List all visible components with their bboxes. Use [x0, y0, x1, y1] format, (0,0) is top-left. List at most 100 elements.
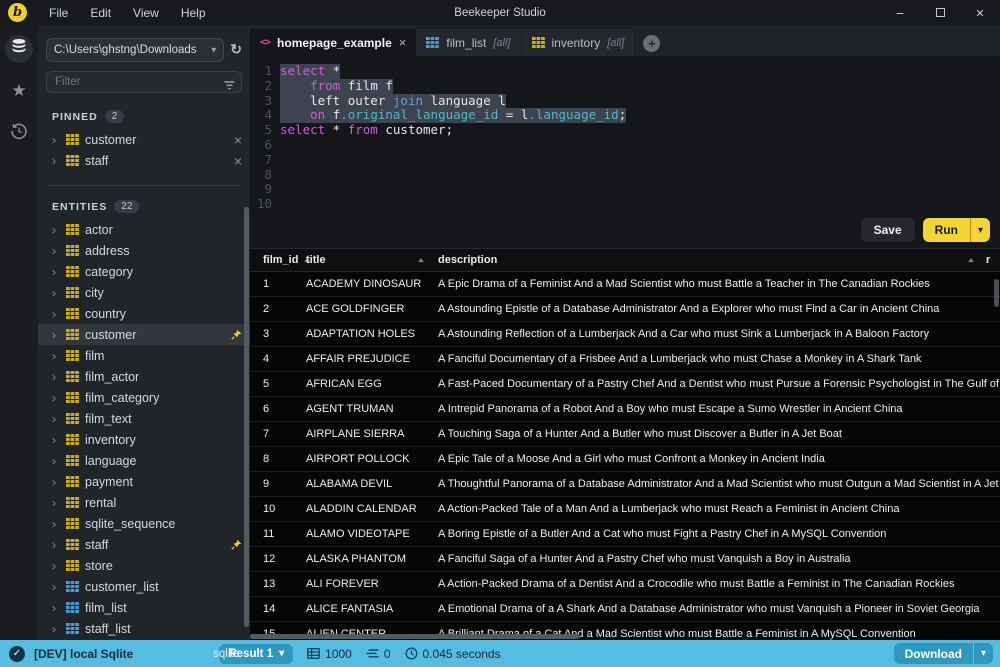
entity-item-country[interactable]: country — [38, 303, 250, 324]
download-options-caret-icon[interactable] — [973, 643, 993, 664]
table-row[interactable]: 13 ALI FOREVER A Action-Packed Drama of … — [250, 572, 1000, 597]
table-row[interactable]: 9 ALABAMA DEVIL A Thoughtful Panorama of… — [250, 472, 1000, 497]
cell-description[interactable]: A Astounding Epistle of a Database Admin… — [438, 303, 1000, 315]
sidebar-scrollbar[interactable] — [244, 207, 249, 627]
filter-input[interactable] — [46, 71, 242, 93]
chevron-right-icon[interactable] — [52, 433, 60, 447]
cell-description[interactable]: A Emotional Drama of a A Shark And a Dat… — [438, 603, 1000, 615]
cell-description[interactable]: A Intrepid Panorama of a Robot And a Boy… — [438, 403, 1000, 415]
chevron-right-icon[interactable] — [52, 244, 60, 258]
cell-description[interactable]: A Action-Packed Drama of a Dentist And a… — [438, 578, 1000, 590]
download-button[interactable]: Download — [894, 643, 993, 664]
chevron-right-icon[interactable] — [52, 133, 60, 147]
history-panel-button[interactable] — [5, 119, 33, 147]
table-row[interactable]: 3 ADAPTATION HOLES A Astounding Reflecti… — [250, 322, 1000, 347]
pinned-item-customer[interactable]: customer — [38, 129, 250, 150]
chevron-right-icon[interactable] — [52, 349, 60, 363]
cell-title[interactable]: ACADEMY DINOSAUR — [306, 278, 438, 290]
cell-description[interactable]: A Fast-Paced Documentary of a Pastry Che… — [438, 378, 1000, 390]
entity-item-language[interactable]: language — [38, 450, 250, 471]
entity-item-staff[interactable]: staff — [38, 534, 250, 555]
chevron-right-icon[interactable] — [52, 601, 60, 615]
menu-edit[interactable]: Edit — [79, 2, 122, 24]
chevron-right-icon[interactable] — [52, 391, 60, 405]
pin-icon[interactable] — [231, 329, 242, 340]
cell-description[interactable]: A Fanciful Documentary of a Frisbee And … — [438, 353, 1000, 365]
cell-film-id[interactable]: 2 — [250, 303, 306, 315]
cell-title[interactable]: ALAMO VIDEOTAPE — [306, 528, 438, 540]
chevron-right-icon[interactable] — [52, 307, 60, 321]
chevron-right-icon[interactable] — [52, 370, 60, 384]
column-header-title[interactable]: title — [306, 254, 438, 266]
table-row[interactable]: 2 ACE GOLDFINGER A Astounding Epistle of… — [250, 297, 1000, 322]
cell-description[interactable]: A Touching Saga of a Hunter And a Butler… — [438, 428, 1000, 440]
cell-film-id[interactable]: 3 — [250, 328, 306, 340]
entity-item-category[interactable]: category — [38, 261, 250, 282]
chevron-right-icon[interactable] — [52, 223, 60, 237]
chevron-right-icon[interactable] — [52, 559, 60, 573]
cell-description[interactable]: A Boring Epistle of a Butler And a Cat w… — [438, 528, 1000, 540]
cell-film-id[interactable]: 10 — [250, 503, 306, 515]
run-button[interactable]: Run — [923, 218, 990, 242]
unpin-close-icon[interactable] — [234, 132, 242, 148]
entity-item-city[interactable]: city — [38, 282, 250, 303]
cell-title[interactable]: ALADDIN CALENDAR — [306, 503, 438, 515]
run-options-caret-icon[interactable] — [970, 218, 990, 242]
table-row[interactable]: 12 ALASKA PHANTOM A Fanciful Saga of a H… — [250, 547, 1000, 572]
entity-item-payment[interactable]: payment — [38, 471, 250, 492]
entity-item-sqlite_sequence[interactable]: sqlite_sequence — [38, 513, 250, 534]
cell-film-id[interactable]: 4 — [250, 353, 306, 365]
favorites-panel-button[interactable] — [5, 77, 33, 105]
chevron-right-icon[interactable] — [52, 454, 60, 468]
pinned-item-staff[interactable]: staff — [38, 150, 250, 171]
unpin-close-icon[interactable] — [234, 153, 242, 169]
entity-item-staff_list[interactable]: staff_list — [38, 618, 250, 639]
chevron-right-icon[interactable] — [52, 517, 60, 531]
entity-item-film_list[interactable]: film_list — [38, 597, 250, 618]
menu-help[interactable]: Help — [170, 2, 217, 24]
column-header-film-id[interactable]: film_id — [250, 254, 306, 266]
entity-item-actor[interactable]: actor — [38, 219, 250, 240]
entity-item-film_text[interactable]: film_text — [38, 408, 250, 429]
tab-inventory[interactable]: inventory [all] — [522, 29, 636, 56]
cell-film-id[interactable]: 7 — [250, 428, 306, 440]
database-panel-button[interactable] — [5, 35, 33, 63]
pin-icon[interactable] — [231, 539, 242, 550]
cell-title[interactable]: ALASKA PHANTOM — [306, 553, 438, 565]
chevron-right-icon[interactable] — [52, 580, 60, 594]
cell-title[interactable]: ALICE FANTASIA — [306, 603, 438, 615]
cell-title[interactable]: ACE GOLDFINGER — [306, 303, 438, 315]
sql-editor[interactable]: 1 select * 2 from film f 3 left outer jo… — [250, 56, 1000, 248]
entity-item-film[interactable]: film — [38, 345, 250, 366]
database-selector[interactable]: C:\Users\ghstng\Downloads — [46, 38, 224, 62]
minimize-button[interactable] — [880, 0, 920, 25]
cell-film-id[interactable]: 6 — [250, 403, 306, 415]
entity-item-customer[interactable]: customer — [38, 324, 250, 345]
entity-item-film_category[interactable]: film_category — [38, 387, 250, 408]
chevron-right-icon[interactable] — [52, 496, 60, 510]
menu-file[interactable]: File — [38, 2, 79, 24]
table-row[interactable]: 4 AFFAIR PREJUDICE A Fanciful Documentar… — [250, 347, 1000, 372]
results-vertical-scrollbar[interactable] — [994, 279, 999, 307]
cell-film-id[interactable]: 13 — [250, 578, 306, 590]
cell-title[interactable]: AIRPLANE SIERRA — [306, 428, 438, 440]
refresh-icon[interactable] — [230, 41, 242, 59]
results-horizontal-scrollbar[interactable] — [250, 634, 580, 639]
table-row[interactable]: 5 AFRICAN EGG A Fast-Paced Documentary o… — [250, 372, 1000, 397]
cell-description[interactable]: A Thoughtful Panorama of a Database Admi… — [438, 478, 1000, 490]
cell-description[interactable]: A Fanciful Saga of a Hunter And a Pastry… — [438, 553, 1000, 565]
table-row[interactable]: 1 ACADEMY DINOSAUR A Epic Drama of a Fem… — [250, 272, 1000, 297]
entity-item-inventory[interactable]: inventory — [38, 429, 250, 450]
chevron-right-icon[interactable] — [52, 622, 60, 636]
cell-description[interactable]: A Action-Packed Tale of a Man And a Lumb… — [438, 503, 1000, 515]
cell-film-id[interactable]: 14 — [250, 603, 306, 615]
cell-title[interactable]: AIRPORT POLLOCK — [306, 453, 438, 465]
column-header-partial[interactable]: r — [986, 254, 1000, 266]
cell-description[interactable]: A Epic Tale of a Moose And a Girl who mu… — [438, 453, 1000, 465]
cell-description[interactable]: A Astounding Reflection of a Lumberjack … — [438, 328, 1000, 340]
table-row[interactable]: 6 AGENT TRUMAN A Intrepid Panorama of a … — [250, 397, 1000, 422]
download-button-label[interactable]: Download — [894, 643, 973, 664]
chevron-right-icon[interactable] — [52, 538, 60, 552]
table-row[interactable]: 10 ALADDIN CALENDAR A Action-Packed Tale… — [250, 497, 1000, 522]
cell-description[interactable]: A Epic Drama of a Feminist And a Mad Sci… — [438, 278, 1000, 290]
